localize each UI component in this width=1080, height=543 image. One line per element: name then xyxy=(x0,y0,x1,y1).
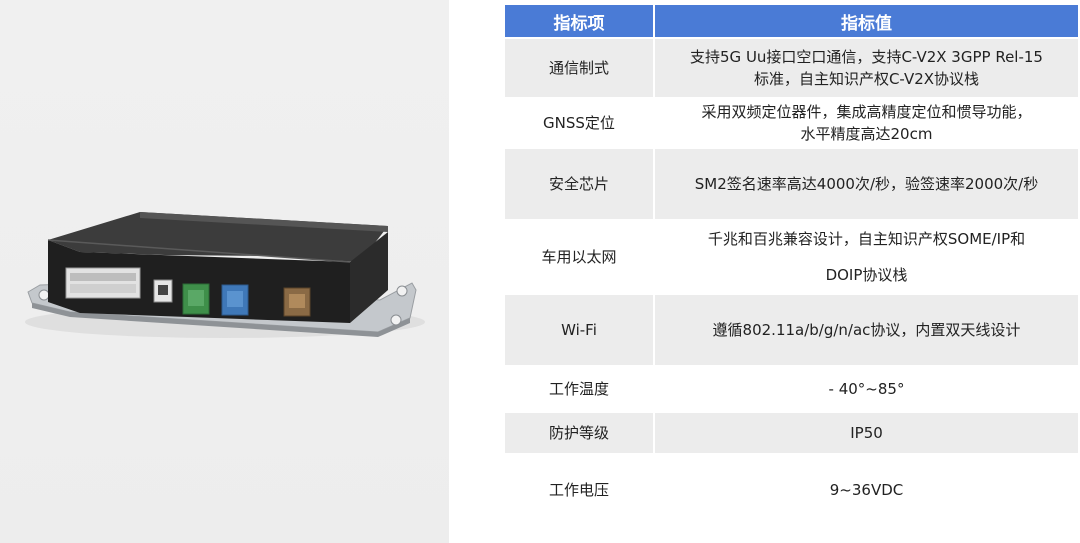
spec-name: 安全芯片 xyxy=(505,149,653,219)
table-row: 通信制式 支持5G Uu接口空口通信，支持C-V2X 3GPP Rel-15 标… xyxy=(505,39,1078,97)
spec-value: 千兆和百兆兼容设计，自主知识产权SOME/IP和 DOIP协议栈 xyxy=(655,221,1078,293)
spec-name: 通信制式 xyxy=(505,39,653,97)
table-header-row: 指标项 指标值 xyxy=(505,5,1078,37)
spec-value-line: 采用双频定位器件，集成高精度定位和惯导功能， xyxy=(701,103,1032,121)
spec-name: Wi-Fi xyxy=(505,295,653,365)
spec-value: IP50 xyxy=(655,413,1078,453)
spec-value-line: DOIP协议栈 xyxy=(825,266,908,284)
spec-table: 指标项 指标值 通信制式 支持5G Uu接口空口通信，支持C-V2X 3GPP … xyxy=(503,3,1080,527)
spec-name: 车用以太网 xyxy=(505,221,653,293)
spec-name: GNSS定位 xyxy=(505,99,653,147)
spec-value: - 40°~85° xyxy=(655,367,1078,411)
spec-value: 采用双频定位器件，集成高精度定位和惯导功能， 水平精度高达20cm xyxy=(655,99,1078,147)
spec-value-line: 标准，自主知识产权C-V2X协议栈 xyxy=(753,70,980,88)
spec-value-line: 千兆和百兆兼容设计，自主知识产权SOME/IP和 xyxy=(707,230,1026,248)
spec-value: 9~36VDC xyxy=(655,455,1078,525)
spec-value: 遵循802.11a/b/g/n/ac协议，内置双天线设计 xyxy=(655,295,1078,365)
product-photo-panel xyxy=(0,0,449,543)
column-header-item: 指标项 xyxy=(505,5,653,37)
spec-name: 防护等级 xyxy=(505,413,653,453)
device-image xyxy=(25,212,425,338)
table-row: 工作温度 - 40°~85° xyxy=(505,367,1078,411)
table-row: 安全芯片 SM2签名速率高达4000次/秒，验签速率2000次/秒 xyxy=(505,149,1078,219)
column-header-value: 指标值 xyxy=(655,5,1078,37)
table-row: Wi-Fi 遵循802.11a/b/g/n/ac协议，内置双天线设计 xyxy=(505,295,1078,365)
spec-name: 工作电压 xyxy=(505,455,653,525)
spec-value: 支持5G Uu接口空口通信，支持C-V2X 3GPP Rel-15 标准，自主知… xyxy=(655,39,1078,97)
spec-name: 工作温度 xyxy=(505,367,653,411)
table-row: GNSS定位 采用双频定位器件，集成高精度定位和惯导功能， 水平精度高达20cm xyxy=(505,99,1078,147)
table-row: 车用以太网 千兆和百兆兼容设计，自主知识产权SOME/IP和 DOIP协议栈 xyxy=(505,221,1078,293)
spec-value-line: 水平精度高达20cm xyxy=(800,125,933,143)
table-row: 防护等级 IP50 xyxy=(505,413,1078,453)
spec-value: SM2签名速率高达4000次/秒，验签速率2000次/秒 xyxy=(655,149,1078,219)
table-row: 工作电压 9~36VDC xyxy=(505,455,1078,525)
spec-value-line: 支持5G Uu接口空口通信，支持C-V2X 3GPP Rel-15 xyxy=(690,48,1043,66)
